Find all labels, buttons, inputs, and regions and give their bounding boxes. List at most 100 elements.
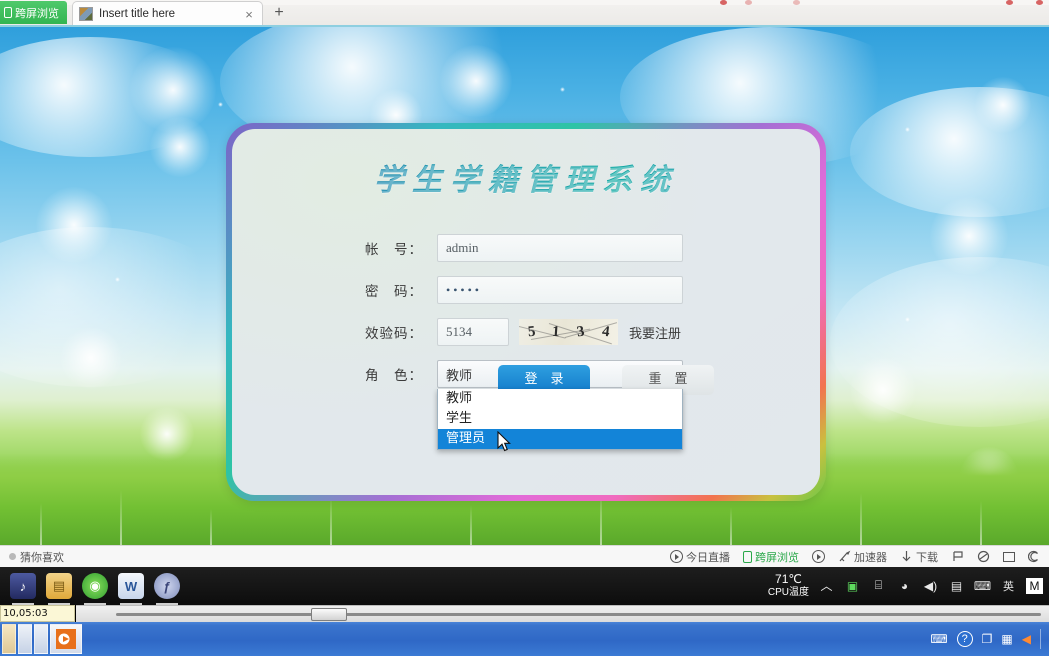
role-option-teacher[interactable]: 教师 xyxy=(438,389,682,409)
screen: 跨屏浏览 Insert title here × + 学生学籍管理系统 帐 号：… xyxy=(0,0,1049,656)
dandelion xyxy=(60,327,122,389)
status-left[interactable]: 猜你喜欢 xyxy=(0,549,64,565)
captcha-input[interactable]: 5134 xyxy=(437,318,509,346)
captcha-digit: 5 xyxy=(526,323,536,340)
status-item-moon[interactable] xyxy=(1027,550,1041,563)
ime-icon[interactable]: 英 xyxy=(1000,578,1017,594)
register-link[interactable]: 我要注册 xyxy=(629,323,681,342)
status-item-clock[interactable] xyxy=(812,550,825,563)
status-item-accelerator-label: 加速器 xyxy=(854,551,887,564)
scrollbar-thumb[interactable] xyxy=(311,608,347,621)
dandelion-seed xyxy=(218,102,223,107)
outer-task-1[interactable] xyxy=(2,624,16,654)
dandelion xyxy=(440,45,512,117)
account-input[interactable]: admin xyxy=(437,234,683,262)
dandelion xyxy=(150,117,210,177)
captcha-row: 效验码： 5134 5 1 3 4 我要注册 xyxy=(232,311,820,353)
grass-blade xyxy=(210,509,212,545)
extra-icon[interactable]: M xyxy=(1026,577,1043,594)
volume-icon[interactable]: ◀ xyxy=(1022,632,1031,646)
browser-status-bar: 猜你喜欢 今日直播 跨屏浏览 加速器 下载 xyxy=(0,545,1049,567)
file-explorer-icon[interactable]: ▤ xyxy=(46,573,72,605)
dandelion-seed xyxy=(560,87,565,92)
shield-icon xyxy=(977,550,990,563)
volume-icon[interactable]: ◀) xyxy=(922,578,939,594)
status-item-accelerator[interactable]: 加速器 xyxy=(838,549,887,565)
status-item-flag[interactable] xyxy=(951,550,964,563)
phone-icon xyxy=(743,550,752,563)
clock-icon xyxy=(812,550,825,563)
dandelion xyxy=(36,187,112,263)
status-item-shield[interactable] xyxy=(977,550,990,563)
keyboard-icon[interactable]: ⌨ xyxy=(974,578,991,594)
play-circle-icon xyxy=(670,550,683,563)
window-icon xyxy=(1003,551,1015,562)
role-option-student[interactable]: 学生 xyxy=(438,409,682,429)
outer-taskbar-items xyxy=(0,624,82,654)
cpu-temp-value: 71℃ xyxy=(775,572,802,587)
browser-tab[interactable]: Insert title here × xyxy=(72,1,263,26)
tab-title: Insert title here xyxy=(99,8,176,20)
dandelion-seed xyxy=(905,317,910,322)
powerpoint-icon xyxy=(56,629,76,649)
grass-blade xyxy=(330,495,332,545)
outer-task-2[interactable] xyxy=(18,624,32,654)
outer-task-3[interactable] xyxy=(34,624,48,654)
password-input[interactable]: ••••• xyxy=(437,276,683,304)
taskbar-apps: ♪ ▤ ◉ W ƒ xyxy=(0,573,180,605)
grass-blade xyxy=(980,501,982,545)
toolbar-dot-2 xyxy=(745,0,752,5)
grass-blade xyxy=(860,493,862,545)
captcha-digit: 4 xyxy=(600,323,611,340)
moon-icon xyxy=(1027,550,1041,563)
outer-tray: ⌨ ? ❐ ▦ ◀ xyxy=(930,629,1049,649)
word-icon[interactable]: W xyxy=(118,573,144,605)
help-icon[interactable]: ? xyxy=(956,631,973,647)
status-item-kuaping[interactable]: 跨屏浏览 xyxy=(743,549,799,565)
message-icon[interactable]: ▤ xyxy=(948,578,965,594)
account-row: 帐 号： admin xyxy=(232,227,820,269)
status-item-download[interactable]: 下载 xyxy=(900,549,938,565)
cpu-temperature[interactable]: 71℃ CPU温度 xyxy=(768,572,809,599)
captcha-digit: 1 xyxy=(551,323,561,340)
camera-icon[interactable]: ▦ xyxy=(1001,632,1012,646)
login-card-inner: 学生学籍管理系统 帐 号： admin 密 码： ••••• 效验码： 5134 xyxy=(232,129,820,495)
dandelion xyxy=(850,357,916,423)
captcha-image[interactable]: 5 1 3 4 xyxy=(519,319,618,345)
grass-blade xyxy=(120,490,122,545)
scrollbar-track xyxy=(116,613,1041,616)
taskbar-tray: 71℃ CPU温度 ︿ ▣ ⌸ ◕ ◀) ▤ ⌨ 英 M xyxy=(768,573,1049,598)
status-item-live-label: 今日直播 xyxy=(686,551,730,564)
tray-divider xyxy=(1040,629,1041,649)
guess-you-like-icon xyxy=(9,553,16,560)
dandelion-seed xyxy=(115,277,120,282)
show-hidden-icons[interactable]: ︿ xyxy=(818,578,835,594)
browser-icon[interactable]: ◉ xyxy=(82,573,108,605)
kuaping-browse-button[interactable]: 跨屏浏览 xyxy=(0,1,67,24)
account-label: 帐 号： xyxy=(365,242,423,258)
keyboard-icon[interactable]: ⌨ xyxy=(930,632,947,646)
time-tooltip: 10,05:03 xyxy=(0,605,75,622)
grass-blade xyxy=(730,507,732,545)
new-tab-button[interactable]: + xyxy=(268,3,290,24)
close-icon[interactable]: × xyxy=(242,8,256,21)
windows-icon[interactable]: ❐ xyxy=(982,632,993,646)
wifi-icon[interactable]: ◕ xyxy=(896,578,913,594)
captcha-digit: 3 xyxy=(575,323,586,340)
media-player-icon[interactable]: ♪ xyxy=(10,573,36,605)
favicon-icon xyxy=(79,7,93,21)
screenshot-icon[interactable]: ⌸ xyxy=(870,578,887,594)
toolbar-dot-1 xyxy=(720,0,727,5)
toolbar-dot-4 xyxy=(1006,0,1013,5)
phone-icon xyxy=(4,7,12,18)
role-options-list: 教师 学生 管理员 xyxy=(437,389,683,450)
status-item-window[interactable] xyxy=(1003,551,1015,562)
status-item-live[interactable]: 今日直播 xyxy=(670,549,730,565)
tool-icon[interactable]: ƒ xyxy=(154,573,180,605)
outer-task-powerpoint[interactable] xyxy=(50,624,82,654)
horizontal-scrollbar[interactable] xyxy=(76,605,1049,622)
green-shield-icon[interactable]: ▣ xyxy=(844,578,861,594)
login-card: 学生学籍管理系统 帐 号： admin 密 码： ••••• 效验码： 5134 xyxy=(226,123,826,501)
outer-taskbar: ⌨ ? ❐ ▦ ◀ xyxy=(0,622,1049,656)
role-option-admin[interactable]: 管理员 xyxy=(438,429,682,449)
